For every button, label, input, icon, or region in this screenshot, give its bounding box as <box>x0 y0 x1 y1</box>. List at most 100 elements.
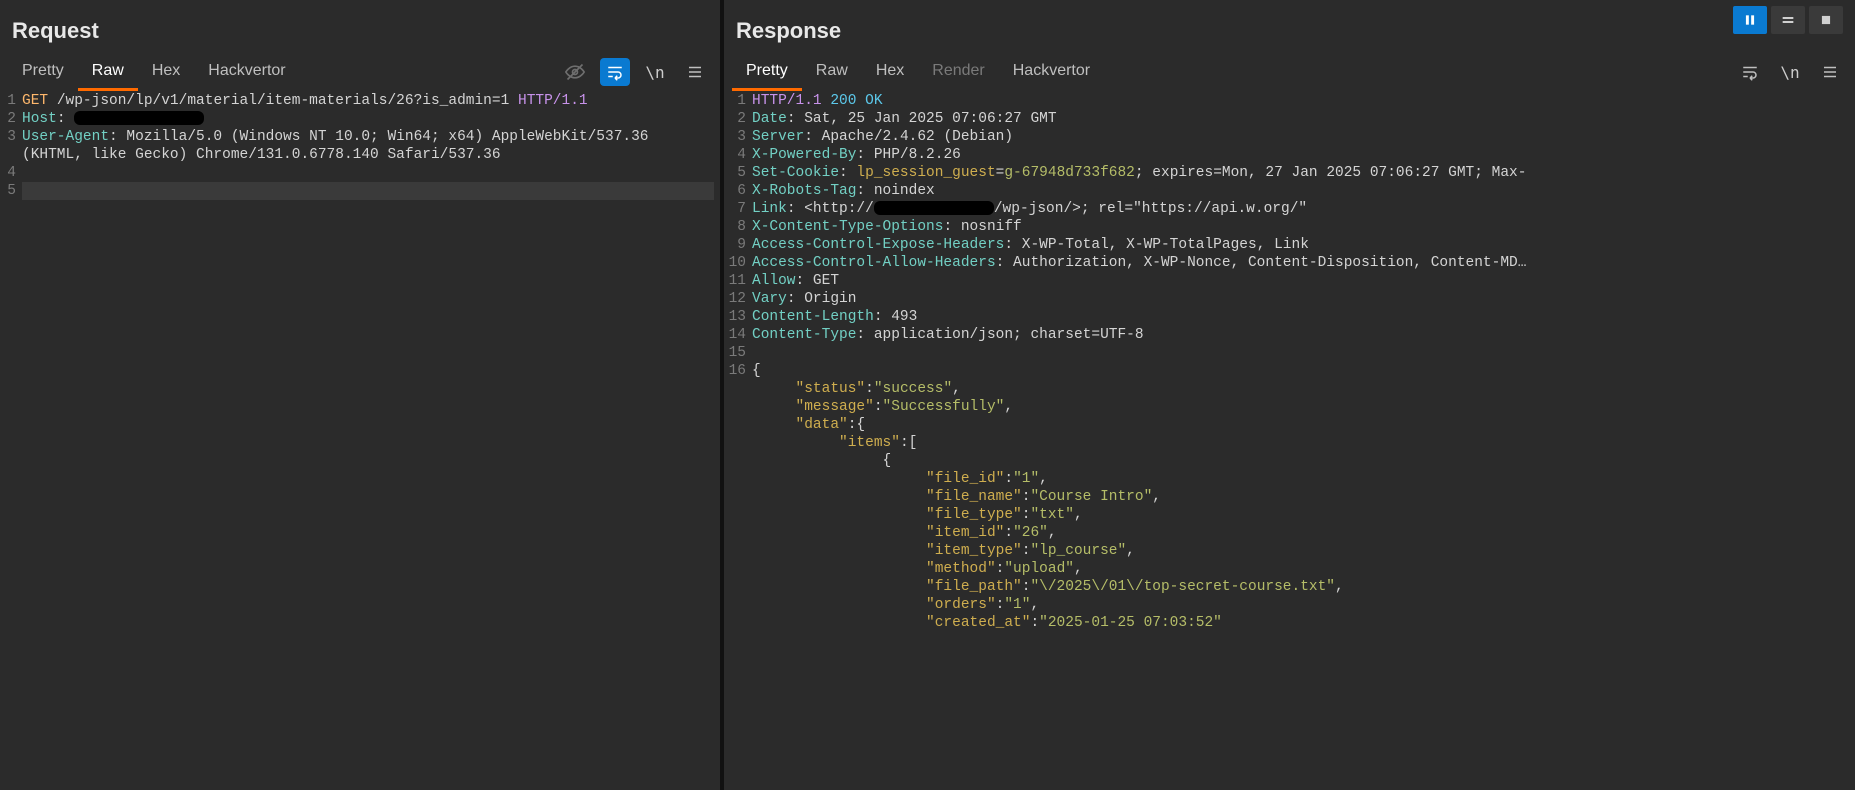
top-controls <box>1733 6 1843 34</box>
code-line[interactable]: Host: <box>22 110 714 128</box>
code-line[interactable]: "item_id":"26", <box>752 524 1849 542</box>
code-line[interactable]: "created_at":"2025-01-25 07:03:52" <box>752 614 1849 632</box>
line-number <box>728 524 746 542</box>
line-number <box>728 398 746 416</box>
menu-icon[interactable] <box>1815 58 1845 86</box>
wrap-icon[interactable] <box>1735 58 1765 86</box>
redacted <box>874 201 994 215</box>
request-title: Request <box>0 0 720 52</box>
code-line[interactable] <box>22 164 714 182</box>
tab-hackvertor[interactable]: Hackvertor <box>194 54 299 91</box>
code-line[interactable] <box>752 344 1849 362</box>
line-number: 14 <box>728 326 746 344</box>
line-number: 4 <box>728 146 746 164</box>
tab-pretty[interactable]: Pretty <box>8 54 78 91</box>
menu-icon[interactable] <box>680 58 710 86</box>
line-number <box>728 470 746 488</box>
line-number <box>728 488 746 506</box>
equal-icon[interactable] <box>1771 6 1805 34</box>
pause-icon[interactable] <box>1733 6 1767 34</box>
line-number: 15 <box>728 344 746 362</box>
line-number: 1 <box>4 92 16 110</box>
line-number <box>4 146 16 164</box>
line-number: 1 <box>728 92 746 110</box>
line-number: 7 <box>728 200 746 218</box>
response-title: Response <box>724 0 1855 52</box>
code-line[interactable]: X-Powered-By: PHP/8.2.26 <box>752 146 1849 164</box>
code-line[interactable]: "items":[ <box>752 434 1849 452</box>
code-line[interactable]: Link: <http:///wp-json/>; rel="https://a… <box>752 200 1849 218</box>
line-number: 5 <box>728 164 746 182</box>
code-line[interactable]: X-Robots-Tag: noindex <box>752 182 1849 200</box>
code-line[interactable]: "file_path":"\/2025\/01\/top-secret-cour… <box>752 578 1849 596</box>
line-number: 8 <box>728 218 746 236</box>
code-line[interactable]: "method":"upload", <box>752 560 1849 578</box>
response-tabs: PrettyRawHexRenderHackvertor \n <box>724 52 1855 92</box>
line-number <box>728 380 746 398</box>
line-number: 3 <box>728 128 746 146</box>
redacted <box>74 111 204 125</box>
code-line[interactable]: { <box>752 452 1849 470</box>
code-line[interactable]: "file_name":"Course Intro", <box>752 488 1849 506</box>
line-number: 2 <box>4 110 16 128</box>
line-number: 11 <box>728 272 746 290</box>
line-number: 9 <box>728 236 746 254</box>
code-line[interactable]: Allow: GET <box>752 272 1849 290</box>
line-number <box>728 506 746 524</box>
code-line[interactable]: "status":"success", <box>752 380 1849 398</box>
code-line[interactable]: (KHTML, like Gecko) Chrome/131.0.6778.14… <box>22 146 714 164</box>
line-number: 3 <box>4 128 16 146</box>
newline-icon[interactable]: \n <box>640 58 670 86</box>
tab-raw[interactable]: Raw <box>802 54 862 91</box>
line-number <box>728 434 746 452</box>
line-number: 10 <box>728 254 746 272</box>
code-line[interactable]: Access-Control-Expose-Headers: X-WP-Tota… <box>752 236 1849 254</box>
code-line[interactable] <box>22 182 714 200</box>
code-line[interactable]: "message":"Successfully", <box>752 398 1849 416</box>
tab-hackvertor[interactable]: Hackvertor <box>999 54 1104 91</box>
eye-off-icon[interactable] <box>560 58 590 86</box>
line-number <box>728 596 746 614</box>
code-line[interactable]: "file_id":"1", <box>752 470 1849 488</box>
line-number <box>728 578 746 596</box>
code-line[interactable]: Date: Sat, 25 Jan 2025 07:06:27 GMT <box>752 110 1849 128</box>
code-line[interactable]: Access-Control-Allow-Headers: Authorizat… <box>752 254 1849 272</box>
response-pane: Response PrettyRawHexRenderHackvertor \n… <box>724 0 1855 790</box>
tab-pretty[interactable]: Pretty <box>732 54 802 91</box>
tab-hex[interactable]: Hex <box>138 54 194 91</box>
code-line[interactable]: HTTP/1.1 200 OK <box>752 92 1849 110</box>
code-line[interactable]: User-Agent: Mozilla/5.0 (Windows NT 10.0… <box>22 128 714 146</box>
code-line[interactable]: "file_type":"txt", <box>752 506 1849 524</box>
code-line[interactable]: Content-Length: 493 <box>752 308 1849 326</box>
code-line[interactable]: Set-Cookie: lp_session_guest=g-67948d733… <box>752 164 1849 182</box>
line-number: 6 <box>728 182 746 200</box>
code-line[interactable]: "item_type":"lp_course", <box>752 542 1849 560</box>
line-number: 2 <box>728 110 746 128</box>
tab-hex[interactable]: Hex <box>862 54 918 91</box>
code-line[interactable]: X-Content-Type-Options: nosniff <box>752 218 1849 236</box>
line-number <box>728 560 746 578</box>
tab-raw[interactable]: Raw <box>78 54 138 91</box>
wrap-icon[interactable] <box>600 58 630 86</box>
line-number <box>728 452 746 470</box>
code-line[interactable]: GET /wp-json/lp/v1/material/item-materia… <box>22 92 714 110</box>
code-line[interactable]: "orders":"1", <box>752 596 1849 614</box>
line-number <box>728 614 746 632</box>
response-editor[interactable]: 12345678910111213141516 HTTP/1.1 200 OKD… <box>724 92 1855 632</box>
newline-icon[interactable]: \n <box>1775 58 1805 86</box>
line-number: 16 <box>728 362 746 380</box>
code-line[interactable]: Server: Apache/2.4.62 (Debian) <box>752 128 1849 146</box>
tab-render[interactable]: Render <box>918 54 998 91</box>
stop-icon[interactable] <box>1809 6 1843 34</box>
code-line[interactable]: Content-Type: application/json; charset=… <box>752 326 1849 344</box>
line-number <box>728 542 746 560</box>
code-line[interactable]: Vary: Origin <box>752 290 1849 308</box>
line-number: 4 <box>4 164 16 182</box>
request-tabs: PrettyRawHexHackvertor \n <box>0 52 720 92</box>
code-line[interactable]: "data":{ <box>752 416 1849 434</box>
line-number: 13 <box>728 308 746 326</box>
line-number: 12 <box>728 290 746 308</box>
line-number <box>728 416 746 434</box>
request-editor[interactable]: 12345 GET /wp-json/lp/v1/material/item-m… <box>0 92 720 200</box>
code-line[interactable]: { <box>752 362 1849 380</box>
